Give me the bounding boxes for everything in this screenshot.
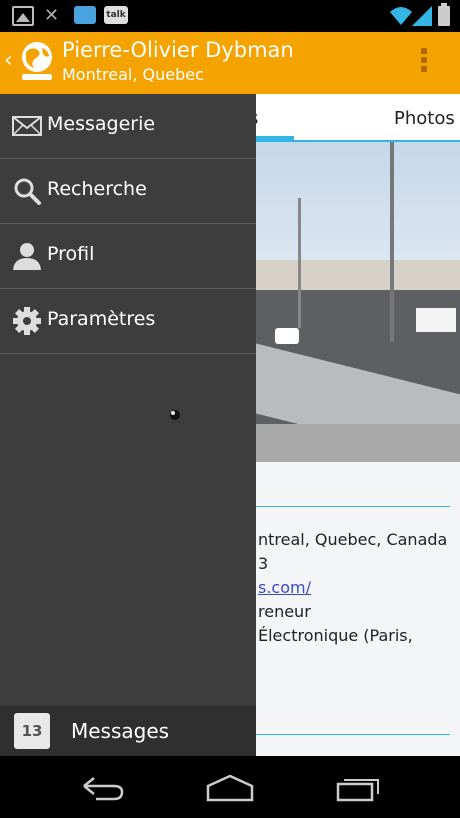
search-icon [14,178,41,205]
drawer-item-label: Profil [47,243,95,265]
tab-photos[interactable]: Photos [394,108,455,129]
app-logo-icon[interactable] [18,40,56,84]
drawer-item-label: Recherche [47,178,147,200]
talk-icon: talk [104,6,128,24]
screen: ✕ talk ‹ Pierre-Olivier Dybman Montreal,… [0,0,460,818]
messages-label: Messages [71,719,170,743]
overflow-menu-icon[interactable] [418,48,430,78]
status-bar: ✕ talk [0,0,460,32]
page-subtitle: Montreal, Quebec [62,65,204,84]
drawer-item-profil[interactable]: Profil [0,224,256,289]
gear-icon [13,307,41,335]
battery-icon [438,3,450,26]
drawer-item-parametres[interactable]: Paramètres [0,289,256,354]
person-icon [13,243,41,270]
message-count-badge: 13 [14,713,50,749]
gallery-icon [12,6,34,26]
info-occupation: reneur [258,602,311,621]
action-bar: ‹ Pierre-Olivier Dybman Montreal, Quebec [0,32,460,94]
system-nav-bar [0,756,460,818]
home-icon[interactable] [200,772,260,804]
info-location: ntreal, Quebec, Canada [258,530,448,549]
back-icon[interactable] [72,772,132,804]
drawer-item-label: Messagerie [47,113,156,135]
close-icon: ✕ [44,5,60,26]
loading-spinner-icon [170,410,180,420]
signal-icon [412,6,432,26]
wifi-icon [390,7,412,25]
navigation-drawer: Messagerie Recherche Profil Paramètres 1… [0,94,256,756]
recents-icon[interactable] [328,772,388,804]
chat-icon [74,6,96,24]
info-number: 3 [258,554,269,573]
drawer-caret-icon[interactable]: ‹ [4,50,13,72]
drawer-footer-messages[interactable]: 13 Messages [0,706,256,756]
drawer-item-label: Paramètres [47,308,156,330]
page-title: Pierre-Olivier Dybman [62,38,294,62]
mail-icon [12,116,42,136]
drawer-item-messagerie[interactable]: Messagerie [0,94,256,159]
info-education: Électronique (Paris, [258,626,413,645]
info-website-link[interactable]: s.com/ [258,578,311,597]
drawer-item-recherche[interactable]: Recherche [0,159,256,224]
